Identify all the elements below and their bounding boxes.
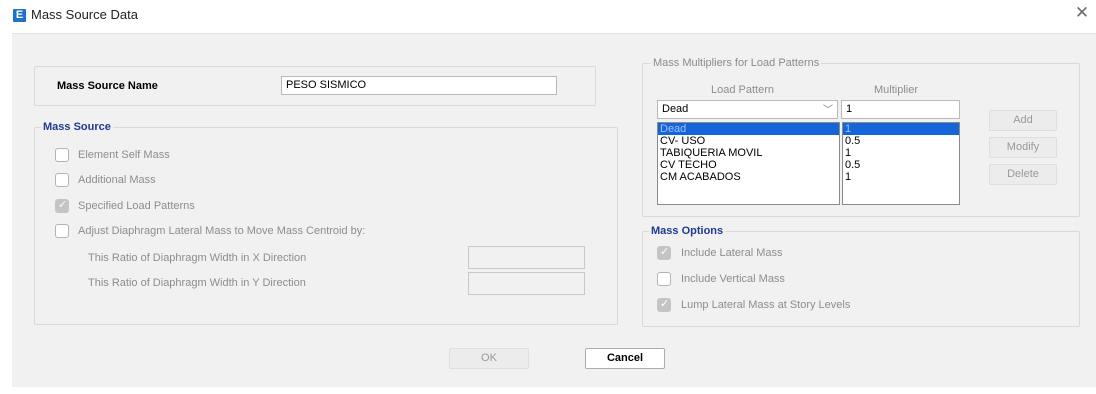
load-pattern-combo-value: Dead bbox=[662, 103, 689, 115]
lump-lateral-mass-label: Lump Lateral Mass at Story Levels bbox=[681, 299, 851, 311]
ratio-y-label: This Ratio of Diaphragm Width in Y Direc… bbox=[88, 277, 306, 289]
add-button[interactable]: Add bbox=[989, 110, 1057, 131]
load-pattern-list-item[interactable]: TABIQUERIA MOVIL bbox=[658, 147, 839, 159]
window-title: Mass Source Data bbox=[31, 7, 138, 22]
mass-source-name-label: Mass Source Name bbox=[57, 80, 158, 92]
mass-options-group: Mass Options Include Lateral Mass Includ… bbox=[642, 225, 1080, 327]
multiplier-list-item[interactable]: 1 bbox=[843, 171, 959, 183]
mass-options-legend: Mass Options bbox=[649, 225, 726, 237]
load-pattern-list-item[interactable]: CV TECHO bbox=[658, 159, 839, 171]
multiplier-list[interactable]: 1 0.5 1 0.5 1 bbox=[842, 122, 960, 205]
lump-lateral-mass-checkbox[interactable] bbox=[657, 297, 671, 312]
mass-multipliers-group: Mass Multipliers for Load Patterns Load … bbox=[642, 57, 1080, 217]
additional-mass-checkbox[interactable] bbox=[55, 173, 69, 187]
load-pattern-combo[interactable]: Dead ﹀ bbox=[657, 100, 838, 119]
ratio-x-label: This Ratio of Diaphragm Width in X Direc… bbox=[88, 252, 307, 264]
load-pattern-list-item[interactable]: CM ACABADOS bbox=[658, 171, 839, 183]
load-pattern-list-item[interactable]: Dead bbox=[658, 123, 839, 135]
mass-source-group: Mass Source Element Self Mass Additional… bbox=[34, 121, 618, 325]
adjust-diaphragm-checkbox[interactable] bbox=[55, 224, 69, 238]
title-bar: E Mass Source Data ✕ bbox=[0, 0, 1096, 30]
mass-multipliers-legend: Mass Multipliers for Load Patterns bbox=[651, 57, 822, 69]
multiplier-list-item[interactable]: 0.5 bbox=[843, 159, 959, 171]
multiplier-list-item[interactable]: 1 bbox=[843, 123, 959, 135]
multiplier-column-header: Multiplier bbox=[874, 84, 919, 96]
ok-button[interactable]: OK bbox=[449, 348, 529, 369]
delete-button[interactable]: Delete bbox=[989, 164, 1057, 185]
specified-load-patterns-checkbox[interactable] bbox=[55, 198, 69, 213]
include-vertical-mass-checkbox[interactable] bbox=[657, 272, 671, 286]
app-icon: E bbox=[13, 9, 26, 22]
load-pattern-list-item[interactable]: CV- USO bbox=[658, 135, 839, 147]
ratio-x-input[interactable] bbox=[468, 246, 585, 269]
element-self-mass-label: Element Self Mass bbox=[78, 149, 170, 161]
include-lateral-mass-label: Include Lateral Mass bbox=[681, 247, 783, 259]
specified-load-patterns-label: Specified Load Patterns bbox=[78, 200, 195, 212]
mass-source-legend: Mass Source bbox=[41, 121, 113, 133]
chevron-down-icon[interactable]: ﹀ bbox=[823, 102, 833, 119]
include-vertical-mass-label: Include Vertical Mass bbox=[681, 273, 785, 285]
dialog-body: Mass Source Name PESO SISMICO Mass Sourc… bbox=[12, 33, 1096, 387]
element-self-mass-checkbox[interactable] bbox=[55, 148, 69, 162]
multiplier-input[interactable]: 1 bbox=[841, 100, 960, 119]
include-lateral-mass-checkbox[interactable] bbox=[657, 245, 671, 260]
load-pattern-list[interactable]: Dead CV- USO TABIQUERIA MOVIL CV TECHO CM AC… bbox=[657, 122, 840, 205]
load-pattern-column-header: Load Pattern bbox=[711, 84, 774, 96]
mass-source-name-input[interactable]: PESO SISMICO bbox=[281, 76, 557, 95]
multiplier-list-item[interactable]: 0.5 bbox=[843, 135, 959, 147]
adjust-diaphragm-label: Adjust Diaphragm Lateral Mass to Move Ma… bbox=[78, 225, 366, 237]
modify-button[interactable]: Modify bbox=[989, 137, 1057, 158]
additional-mass-label: Additional Mass bbox=[78, 174, 156, 186]
cancel-button[interactable]: Cancel bbox=[585, 348, 665, 369]
close-icon[interactable]: ✕ bbox=[1072, 3, 1092, 23]
ratio-y-input[interactable] bbox=[468, 272, 585, 295]
mass-source-name-panel: Mass Source Name PESO SISMICO bbox=[34, 66, 596, 106]
multiplier-list-item[interactable]: 1 bbox=[843, 147, 959, 159]
